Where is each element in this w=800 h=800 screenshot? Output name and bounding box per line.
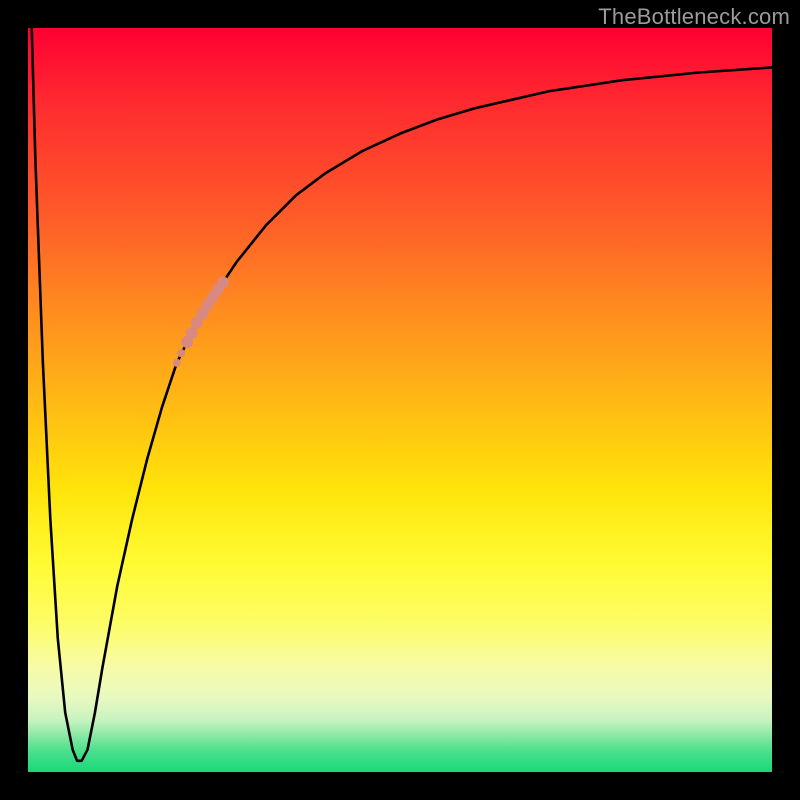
chart-stage: TheBottleneck.com [0,0,800,800]
curve-marker [177,349,185,357]
bottleneck-curve [32,28,772,761]
curve-layer [28,28,772,772]
curve-marker [217,276,229,288]
curve-marker [186,327,198,339]
watermark-text: TheBottleneck.com [598,4,790,30]
curve-markers [173,276,229,366]
plot-area [28,28,772,772]
curve-marker [173,359,181,367]
